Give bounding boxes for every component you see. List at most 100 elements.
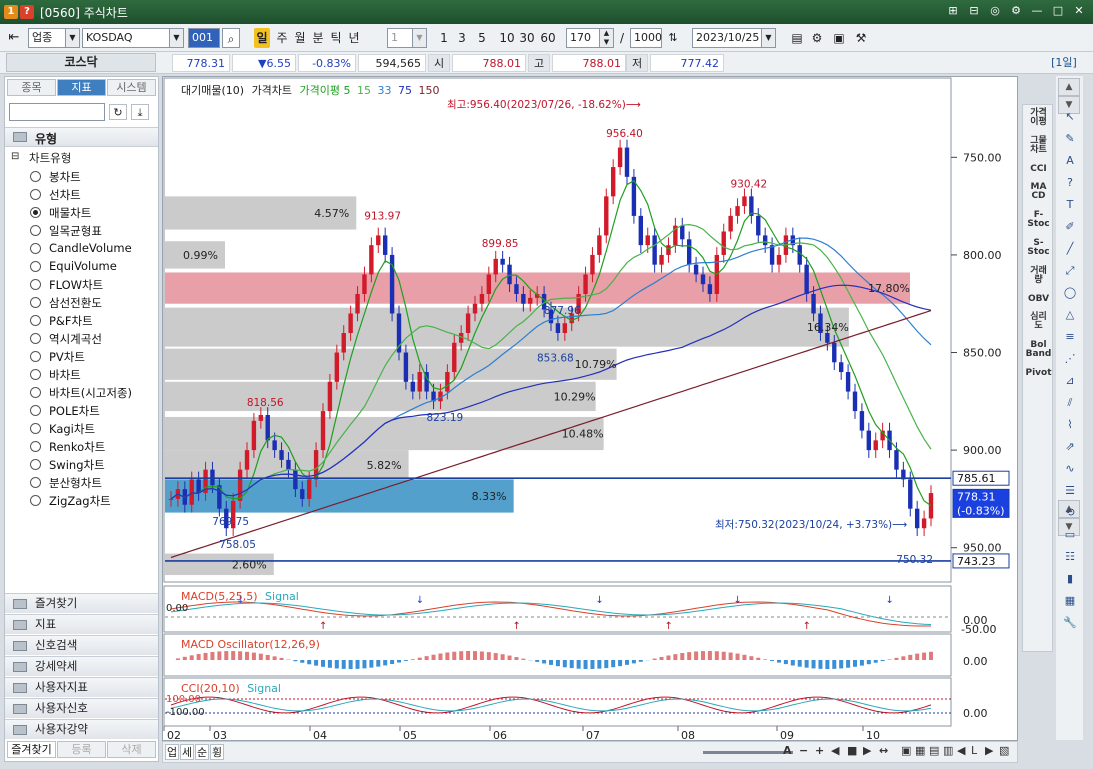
window-control-5-icon[interactable]: □ bbox=[1050, 3, 1066, 19]
folder-item[interactable]: 강세약세 bbox=[5, 656, 158, 676]
bottom-button-3[interactable]: 휭 bbox=[210, 744, 224, 760]
band-icon[interactable]: ☰ bbox=[1061, 484, 1079, 502]
save-icon[interactable]: ▣ bbox=[830, 28, 848, 48]
chart-type-label[interactable]: 삼선전환도 bbox=[49, 295, 102, 311]
chart-type-label[interactable]: Kagi차트 bbox=[49, 421, 95, 437]
chart-type-label[interactable]: Swing차트 bbox=[49, 457, 105, 473]
date-select[interactable]: 2023/10/25 ▼ bbox=[692, 28, 776, 48]
download-icon[interactable]: ⤓ bbox=[131, 104, 149, 120]
period-day-button[interactable]: 일 bbox=[254, 28, 270, 48]
tree-collapse-icon[interactable]: ⊟ bbox=[11, 151, 19, 162]
gear-icon[interactable]: ⚙ bbox=[808, 28, 826, 48]
period-button-1[interactable]: 월 bbox=[292, 28, 308, 48]
chart-type-label[interactable]: EquiVolume bbox=[49, 259, 117, 273]
indicator-tool-5[interactable]: S- Stoc bbox=[1025, 239, 1052, 257]
chart-type-radio[interactable] bbox=[30, 333, 41, 344]
window-control-0-icon[interactable]: ⊞ bbox=[945, 3, 961, 19]
code-field[interactable]: 001 bbox=[188, 28, 220, 48]
table-icon[interactable]: ▦ bbox=[1061, 594, 1079, 612]
chevron-down-icon[interactable]: ▼ bbox=[412, 29, 426, 47]
quick-count-button-3[interactable]: 3 bbox=[454, 28, 470, 48]
channel-icon[interactable]: ⫽ bbox=[1061, 396, 1079, 414]
triangle-icon[interactable]: △ bbox=[1061, 308, 1079, 326]
gann-icon[interactable]: ⊿ bbox=[1061, 374, 1079, 392]
folder-item[interactable]: 신호검색 bbox=[5, 635, 158, 655]
period-button-4[interactable]: 년 bbox=[346, 28, 362, 48]
chart-type-label[interactable]: FLOW차트 bbox=[49, 277, 103, 293]
quick-count-button-1[interactable]: 1 bbox=[436, 28, 452, 48]
chart-type-label[interactable]: PV차트 bbox=[49, 349, 85, 365]
text-icon[interactable]: T bbox=[1061, 198, 1079, 216]
bottom-tab-1[interactable]: 등록 bbox=[57, 741, 106, 758]
left-tab-0[interactable]: 종목 bbox=[7, 79, 56, 96]
chart-type-label[interactable]: 역시계곡선 bbox=[49, 331, 102, 347]
auto-icon[interactable]: ⟲ bbox=[1061, 506, 1079, 524]
quick-count-button-30[interactable]: 30 bbox=[516, 28, 538, 48]
bottom-button-0[interactable]: 업 bbox=[165, 744, 179, 760]
chart-view-icon[interactable]: ▣ bbox=[901, 744, 911, 757]
chart-nav-icon[interactable]: ■ bbox=[847, 744, 857, 757]
chart-type-radio[interactable] bbox=[30, 441, 41, 452]
indicator-tool-6[interactable]: 거래 량 bbox=[1025, 267, 1052, 285]
folder-item[interactable]: 사용자신호 bbox=[5, 698, 158, 718]
chart-type-radio[interactable] bbox=[30, 315, 41, 326]
chart-nav-icon[interactable]: ◀ bbox=[831, 744, 839, 757]
folder-item[interactable]: 즐겨찾기 bbox=[5, 593, 158, 613]
window-control-1-icon[interactable]: ⊟ bbox=[966, 3, 982, 19]
bottom-tab-2[interactable]: 삭제 bbox=[107, 741, 156, 758]
indicator-tool-0[interactable]: 가격 이평 bbox=[1025, 109, 1052, 127]
help-badge[interactable]: ? bbox=[20, 5, 34, 19]
chart-type-label[interactable]: 바차트(시고저종) bbox=[49, 385, 132, 401]
chart-type-label[interactable]: 일목균형표 bbox=[49, 223, 102, 239]
stepper-arrows-icon[interactable]: ▲ ▼ bbox=[599, 29, 613, 47]
chart-type-radio[interactable] bbox=[30, 387, 41, 398]
ray-icon[interactable]: ⤢ bbox=[1061, 264, 1079, 282]
chart-type-label[interactable]: 선차트 bbox=[49, 187, 81, 203]
quick-count-button-10[interactable]: 10 bbox=[496, 28, 518, 48]
chart-nav-icon[interactable]: ▶ bbox=[863, 744, 871, 757]
chart-type-radio[interactable] bbox=[30, 171, 41, 182]
tools-icon[interactable]: ⚒ bbox=[852, 28, 870, 48]
list-icon[interactable]: ☷ bbox=[1061, 550, 1079, 568]
window-control-2-icon[interactable]: ◎ bbox=[987, 3, 1003, 19]
pin-icon[interactable]: ⇤ bbox=[6, 28, 22, 48]
wave-icon[interactable]: ∿ bbox=[1061, 462, 1079, 480]
chart-view-icon[interactable]: ▥ bbox=[943, 744, 953, 757]
chart-type-radio[interactable] bbox=[30, 369, 41, 380]
left-tab-1[interactable]: 지표 bbox=[57, 79, 106, 96]
chart-type-radio[interactable] bbox=[30, 477, 41, 488]
chevron-down-icon[interactable]: ▼ bbox=[169, 29, 183, 47]
chevron-down-icon[interactable]: ▼ bbox=[761, 29, 775, 47]
indicator-tool-7[interactable]: OBV bbox=[1025, 295, 1052, 304]
indicator-tool-8[interactable]: 심리 도 bbox=[1025, 313, 1052, 331]
bottom-tab-0[interactable]: 즐겨찾기 bbox=[7, 741, 56, 758]
cycle-icon[interactable]: ⌇ bbox=[1061, 418, 1079, 436]
period-button-0[interactable]: 주 bbox=[274, 28, 290, 48]
quick-count-button-60[interactable]: 60 bbox=[537, 28, 559, 48]
chart-view-icon[interactable]: ▧ bbox=[999, 744, 1009, 757]
chart-type-radio[interactable] bbox=[30, 495, 41, 506]
help-icon[interactable]: ? bbox=[1061, 176, 1079, 194]
chart-nav-icon[interactable]: ↔ bbox=[879, 744, 888, 757]
box-icon[interactable]: ▭ bbox=[1061, 528, 1079, 546]
chart-type-label[interactable]: 분산형차트 bbox=[49, 475, 102, 491]
fib-icon[interactable]: ≡ bbox=[1061, 330, 1079, 348]
indicator-tool-3[interactable]: MA CD bbox=[1025, 183, 1052, 201]
chart-type-radio[interactable] bbox=[30, 207, 41, 218]
chart-type-label[interactable]: 매물차트 bbox=[49, 205, 91, 221]
indicator-search-input[interactable] bbox=[9, 103, 105, 121]
interval-select[interactable]: 1 ▼ bbox=[387, 28, 427, 48]
chart-view-icon[interactable]: ◀ bbox=[957, 744, 965, 757]
chart-type-radio[interactable] bbox=[30, 225, 41, 236]
chart-type-label[interactable]: 바차트 bbox=[49, 367, 81, 383]
chart-type-label[interactable]: Renko차트 bbox=[49, 439, 105, 455]
display-count-stepper[interactable]: 170 ▲ ▼ bbox=[566, 28, 614, 48]
folder-item[interactable]: 지표 bbox=[5, 614, 158, 634]
chart-type-radio[interactable] bbox=[30, 279, 41, 290]
chart-type-radio[interactable] bbox=[30, 243, 41, 254]
pen-icon[interactable]: ✐ bbox=[1061, 220, 1079, 238]
wrench-icon[interactable]: 🔧 bbox=[1061, 616, 1079, 634]
chart-type-radio[interactable] bbox=[30, 351, 41, 362]
period-button-3[interactable]: 틱 bbox=[328, 28, 344, 48]
chart-type-radio[interactable] bbox=[30, 405, 41, 416]
